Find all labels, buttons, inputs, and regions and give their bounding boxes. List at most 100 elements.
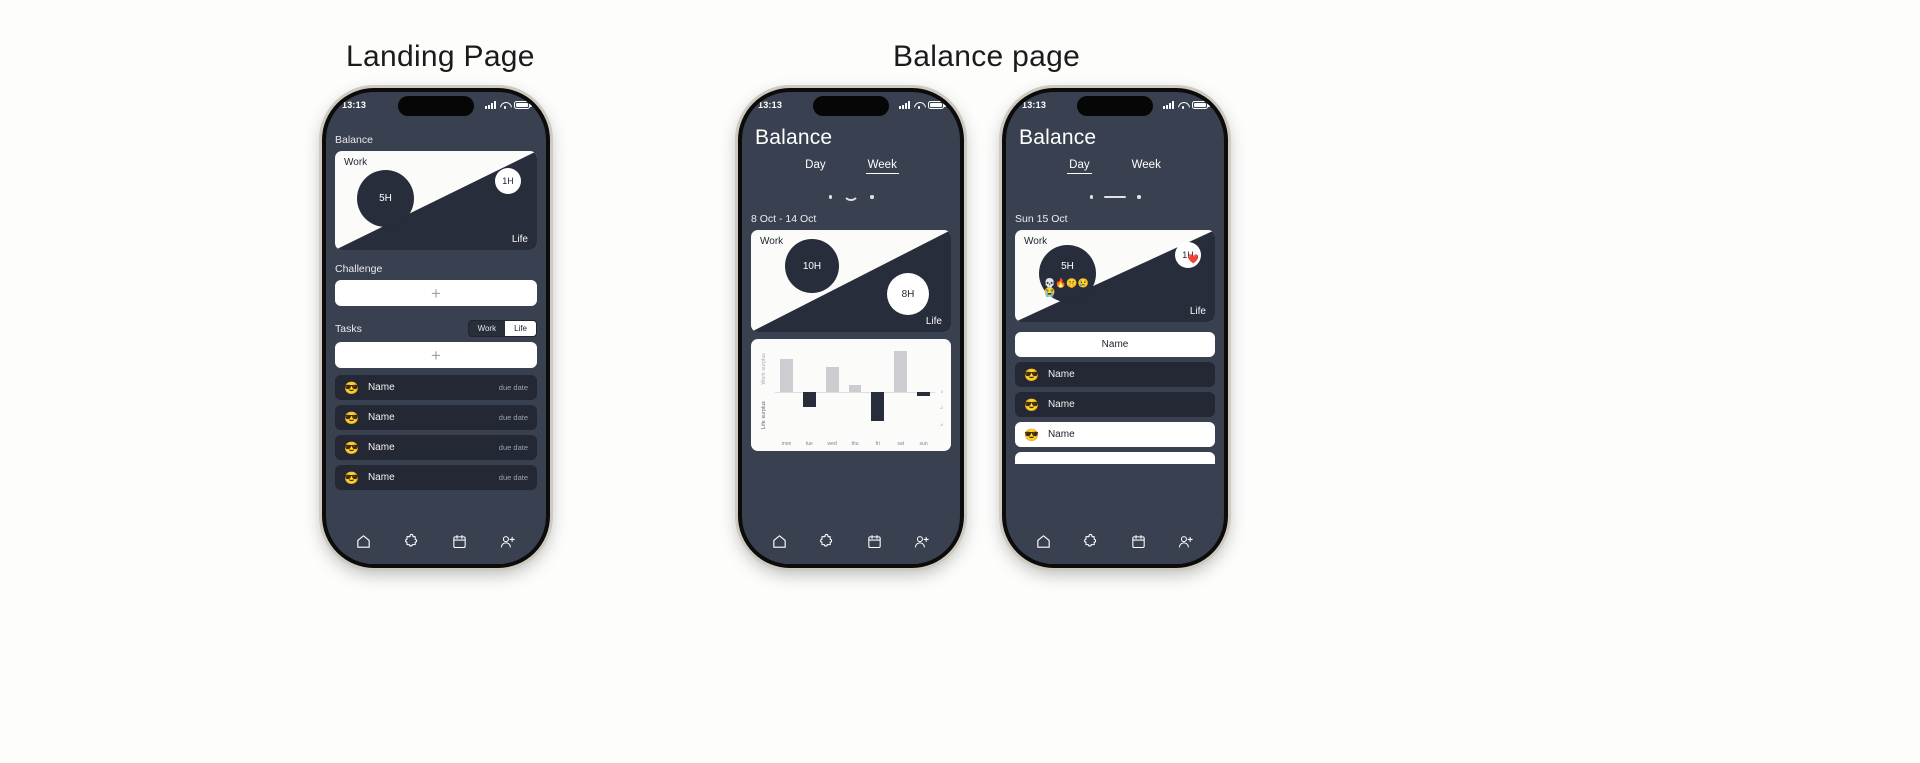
chart-x-label: wed bbox=[827, 441, 837, 447]
mood-emoji-icon: 😎 bbox=[344, 470, 359, 485]
life-hours-bubble[interactable]: 1H bbox=[495, 168, 521, 194]
bar-value bbox=[917, 392, 930, 397]
battery-icon bbox=[928, 101, 946, 109]
table-row[interactable]: 😎 Name bbox=[1015, 362, 1215, 387]
page-root: Landing Page Balance page 13:13 Balance bbox=[0, 0, 1920, 763]
tab-day[interactable]: Day bbox=[1067, 159, 1093, 174]
status-time: 13:13 bbox=[1022, 100, 1047, 110]
eye-left-icon bbox=[828, 195, 832, 199]
balance-card[interactable]: Work Life 10H 8H bbox=[751, 230, 951, 332]
task-due-date: due date bbox=[498, 413, 528, 422]
chart-x-labels: mon tue wed thu fri sat sun bbox=[775, 441, 935, 447]
life-hours-bubble[interactable]: 8H bbox=[887, 273, 929, 315]
card-work-label: Work bbox=[344, 157, 368, 168]
task-list: Name 😎 Name 😎 Name 😎 Name bbox=[1006, 332, 1224, 464]
tasks-header: Tasks Work Life bbox=[326, 320, 546, 337]
signal-icon bbox=[1163, 101, 1174, 109]
card-life-label: Life bbox=[1189, 306, 1206, 317]
wifi-icon bbox=[1178, 101, 1188, 109]
page-title: Balance bbox=[1019, 126, 1097, 149]
life-hours-bubble[interactable]: 1H ❤️ bbox=[1175, 242, 1201, 268]
dynamic-island bbox=[1077, 96, 1153, 116]
person-add-icon bbox=[1178, 535, 1193, 548]
nav-item-challenges[interactable] bbox=[818, 533, 835, 550]
bottom-navigation bbox=[326, 524, 546, 564]
tab-day[interactable]: Day bbox=[805, 159, 825, 173]
toggle-option-work[interactable]: Work bbox=[469, 321, 506, 336]
table-row[interactable]: 😎 Name due date bbox=[335, 465, 537, 490]
chart-y-ticks: 0 -2 -4 bbox=[935, 351, 943, 433]
nav-item-profile[interactable] bbox=[499, 533, 517, 550]
work-hours-bubble[interactable]: 5H 💀🔥🤫😢😭 bbox=[1039, 245, 1096, 302]
chart-x-label: fri bbox=[875, 441, 880, 447]
calendar-icon bbox=[453, 534, 466, 548]
dynamic-island bbox=[398, 96, 474, 116]
task-name: Name bbox=[1047, 369, 1075, 380]
table-row[interactable]: 😎 Name due date bbox=[335, 405, 537, 430]
person-add-icon bbox=[500, 535, 515, 548]
chart-x-label: thu bbox=[851, 441, 859, 447]
work-hours-bubble[interactable]: 10H bbox=[785, 239, 839, 293]
nav-item-challenges[interactable] bbox=[1082, 533, 1099, 550]
nav-item-challenges[interactable] bbox=[403, 533, 420, 550]
toggle-option-life[interactable]: Life bbox=[505, 321, 536, 336]
task-due-date: due date bbox=[498, 383, 528, 392]
balance-card[interactable]: Work Life 5H 1H bbox=[335, 151, 537, 250]
chart-bar-fri bbox=[866, 351, 889, 433]
phone-mockup-balance-week: 13:13 Balance Day Week 8 Oct - 14 Oct Wo… bbox=[738, 88, 964, 568]
tab-week[interactable]: Week bbox=[1132, 159, 1161, 173]
heart-emoji-icon: ❤️ bbox=[1187, 254, 1199, 264]
table-row[interactable]: 😎 Name bbox=[1015, 422, 1215, 447]
chart-bar-sun bbox=[912, 351, 935, 433]
nav-item-home[interactable] bbox=[1035, 533, 1052, 550]
screen-landing: 13:13 Balance Work Life 5H 1H Challenge … bbox=[326, 92, 546, 564]
nav-item-calendar[interactable] bbox=[1130, 533, 1147, 550]
bar-value bbox=[802, 392, 816, 407]
nav-item-calendar[interactable] bbox=[866, 533, 883, 550]
task-due-date: due date bbox=[498, 443, 528, 452]
bar-value bbox=[848, 385, 862, 392]
section-label-challenge: Challenge bbox=[335, 263, 383, 275]
chart-tick: 0 bbox=[940, 388, 943, 394]
nav-item-home[interactable] bbox=[355, 533, 372, 550]
work-life-toggle[interactable]: Work Life bbox=[467, 320, 537, 337]
table-row-partial[interactable] bbox=[1015, 452, 1215, 464]
chart-bar-thu bbox=[844, 351, 867, 433]
home-icon bbox=[357, 534, 371, 548]
table-row[interactable]: 😎 Name due date bbox=[335, 435, 537, 460]
balance-card[interactable]: Work Life 5H 💀🔥🤫😢😭 1H ❤️ bbox=[1015, 230, 1215, 322]
home-icon bbox=[1037, 534, 1050, 548]
flat-mouth-icon bbox=[1104, 196, 1126, 198]
table-row[interactable]: Name bbox=[1015, 332, 1215, 357]
nav-item-home[interactable] bbox=[771, 533, 788, 550]
wifi-icon bbox=[500, 101, 510, 109]
eye-right-icon bbox=[1137, 195, 1141, 199]
signal-icon bbox=[899, 101, 910, 109]
chart-tick: -4 bbox=[939, 421, 943, 427]
card-life-label: Life bbox=[925, 316, 942, 327]
signal-icon bbox=[485, 101, 496, 109]
add-task-button[interactable]: + bbox=[335, 342, 537, 368]
add-challenge-button[interactable]: + bbox=[335, 280, 537, 306]
chart-bar-wed bbox=[821, 351, 844, 433]
mood-emoji-icon: 😎 bbox=[344, 410, 359, 425]
nav-item-profile[interactable] bbox=[913, 533, 931, 550]
tab-week[interactable]: Week bbox=[865, 159, 900, 174]
chart-bars bbox=[775, 351, 935, 433]
person-add-icon bbox=[914, 535, 929, 548]
work-hours-bubble[interactable]: 5H bbox=[357, 170, 414, 227]
task-name: Name bbox=[367, 382, 395, 393]
chart-x-label: sun bbox=[919, 441, 928, 447]
task-name: Name bbox=[1047, 399, 1075, 410]
table-row[interactable]: 😎 Name bbox=[1015, 392, 1215, 417]
bar-value bbox=[871, 392, 885, 421]
mood-emoji-icon: 😎 bbox=[1024, 397, 1039, 412]
task-name: Name bbox=[1101, 339, 1129, 350]
table-row[interactable]: 😎 Name due date bbox=[335, 375, 537, 400]
mood-emoji-icon: 😎 bbox=[1024, 367, 1039, 382]
nav-item-calendar[interactable] bbox=[451, 533, 468, 550]
task-due-date: due date bbox=[498, 473, 528, 482]
nav-item-profile[interactable] bbox=[1177, 533, 1195, 550]
screen-balance-day: 13:13 Balance Day Week Sun 15 Oct Work L… bbox=[1006, 92, 1224, 564]
period-tabs: Day Week bbox=[742, 150, 960, 174]
